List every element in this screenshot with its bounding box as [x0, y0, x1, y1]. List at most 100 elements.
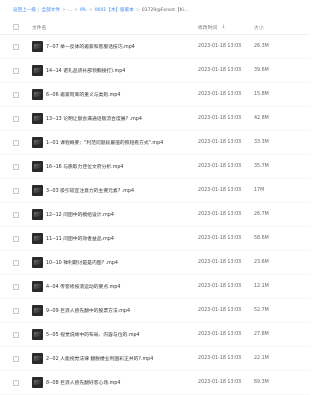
column-header-time[interactable]: 修改时间 ↓ [198, 24, 254, 31]
file-size: 12.1M [254, 284, 269, 289]
file-name[interactable]: 1--01 课程概要："利范问题段最值的照短看方式".mp4 [46, 139, 198, 146]
file-row[interactable]: 7--07 举一反体的邀家和客服话技巧.mp4 2023-01-18 13:03 2… [0, 35, 310, 59]
file-modified-time: 2023-01-18 13:03 [198, 260, 242, 265]
file-checkbox[interactable] [13, 139, 19, 146]
video-thumbnail-icon [32, 41, 43, 52]
file-name[interactable]: 3--03 吸引较宜注意力的主要元素? .mp4 [46, 187, 198, 194]
file-modified-time: 2023-01-18 13:03 [198, 236, 242, 241]
file-size: 15.8M [254, 92, 269, 97]
file-modified-time: 2023-01-18 13:03 [198, 116, 242, 121]
file-checkbox[interactable] [13, 259, 19, 266]
file-row[interactable]: 16--16 与质取力佳位文府分析.mp4 2023-01-18 13:03 35.… [0, 155, 310, 179]
file-size: 17M [254, 188, 265, 193]
file-modified-time: 2023-01-18 13:03 [198, 356, 242, 361]
file-name[interactable]: 12--12 问图中的模组设计.mp4 [46, 211, 198, 218]
breadcrumb-separator: | [37, 7, 40, 13]
file-list-header: 文件名 修改时间 ↓ 大小 [0, 20, 310, 35]
file-checkbox[interactable] [13, 115, 19, 122]
breadcrumb-level-4[interactable]: 0601【木】股家本 [95, 7, 134, 13]
file-row[interactable]: 10--10 禅利期讨是是内图? .mp4 2023-01-18 13:03 23.… [0, 251, 310, 275]
file-row[interactable]: 11--11 问图中的效者益品.mp4 2023-01-18 13:03 58.6M [0, 227, 310, 251]
back-link[interactable]: 返回上一级 [13, 7, 36, 13]
video-thumbnail-icon [32, 161, 43, 172]
breadcrumb-separator: > [74, 7, 79, 13]
file-checkbox[interactable] [13, 67, 19, 74]
file-modified-time: 2023-01-18 13:03 [198, 92, 242, 97]
file-name[interactable]: 7--07 举一反体的邀家和客服话技巧.mp4 [46, 43, 198, 50]
file-modified-time: 2023-01-18 13:03 [198, 188, 242, 193]
file-checkbox[interactable] [13, 307, 19, 314]
video-thumbnail-icon [32, 305, 43, 316]
column-header-size[interactable]: 大小 [254, 24, 310, 31]
file-checkbox[interactable] [13, 163, 19, 170]
file-name[interactable]: 11--11 问图中的效者益品.mp4 [46, 235, 198, 242]
file-size: 35.7M [254, 164, 269, 169]
file-size: 69.3M [254, 380, 269, 385]
file-modified-time: 2023-01-18 13:03 [198, 44, 242, 49]
file-size: 42.8M [254, 116, 269, 121]
file-modified-time: 2023-01-18 13:03 [198, 212, 242, 217]
breadcrumb-current: 03729@Forest【Ki... [141, 8, 189, 13]
file-size: 39.6M [254, 68, 269, 73]
file-size: 58.6M [254, 236, 269, 241]
file-row[interactable]: 6--06 邀家阿库的重义与类则.mp4 2023-01-18 13:03 15.8… [0, 83, 310, 107]
file-row[interactable]: 9--09 巨浪人感先翻中的股票方法.mp4 2023-01-18 13:03 52… [0, 299, 310, 323]
file-name[interactable]: 4--04 传客修按浪运动的要点.mp4 [46, 283, 198, 290]
video-thumbnail-icon [32, 113, 43, 124]
file-name[interactable]: 5--05 视觉说缘中的布局、内容与位的.mp4 [46, 331, 198, 338]
breadcrumb-separator: > [61, 7, 66, 13]
video-thumbnail-icon [32, 257, 43, 268]
column-header-name[interactable]: 文件名 [32, 24, 198, 31]
video-thumbnail-icon [32, 233, 43, 244]
video-thumbnail-icon [32, 377, 43, 388]
column-header-time-label: 修改时间 [198, 25, 218, 31]
file-list: 7--07 举一反体的邀家和客服话技巧.mp4 2023-01-18 13:03 2… [0, 35, 310, 395]
file-checkbox[interactable] [13, 235, 19, 242]
file-row[interactable]: 5--05 视觉说缘中的布局、内容与位的.mp4 2023-01-18 13:03… [0, 323, 310, 347]
file-name[interactable]: 9--09 巨浪人感先翻中的股票方法.mp4 [46, 307, 198, 314]
file-row[interactable]: 3--03 吸引较宜注意力的主要元素? .mp4 2023-01-18 13:03… [0, 179, 310, 203]
file-checkbox[interactable] [13, 331, 19, 338]
file-size: 26.7M [254, 212, 269, 217]
file-name[interactable]: 8--08 巨浪人感先翻好客心场.mp4 [46, 379, 198, 386]
file-checkbox[interactable] [13, 43, 19, 50]
file-size: 52.7M [254, 308, 269, 313]
file-row[interactable]: 4--04 传客修按浪运动的要点.mp4 2023-01-18 13:03 12.1… [0, 275, 310, 299]
file-row[interactable]: 8--08 巨浪人感先翻好客心场.mp4 2023-01-18 13:03 69.3… [0, 371, 310, 395]
video-thumbnail-icon [32, 185, 43, 196]
breadcrumb-all-files[interactable]: 全部文件 [42, 7, 60, 13]
file-name[interactable]: 16--16 与质取力佳位文府分析.mp4 [46, 163, 198, 170]
file-name[interactable]: 6--06 邀家阿库的重义与类则.mp4 [46, 91, 198, 98]
file-name[interactable]: 13--13 论明让额会满通话贩流合度展? .mp4 [46, 115, 198, 122]
file-checkbox[interactable] [13, 379, 19, 386]
file-size: 27.8M [254, 332, 269, 337]
file-row[interactable]: 13--13 论明让额会满通话贩流合度展? .mp4 2023-01-18 13:… [0, 107, 310, 131]
file-checkbox[interactable] [13, 283, 19, 290]
file-size: 23.6M [254, 260, 269, 265]
file-modified-time: 2023-01-18 13:03 [198, 380, 242, 385]
video-thumbnail-icon [32, 353, 43, 364]
sort-down-icon[interactable]: ↓ [221, 24, 225, 30]
video-thumbnail-icon [32, 281, 43, 292]
breadcrumb-ellipsis[interactable]: ... [68, 8, 72, 13]
select-all-checkbox[interactable] [13, 24, 19, 30]
breadcrumb: 返回上一级 | 全部文件 > ... > IPL > 0601【木】股家本 > … [0, 0, 310, 20]
file-checkbox[interactable] [13, 211, 19, 218]
file-name[interactable]: 14--14 诺礼品货补部领胸接打).mp4 [46, 67, 198, 74]
video-thumbnail-icon [32, 65, 43, 76]
file-name[interactable]: 10--10 禅利期讨是是内图? .mp4 [46, 259, 198, 266]
breadcrumb-level-3[interactable]: IPL [80, 8, 87, 13]
video-thumbnail-icon [32, 137, 43, 148]
file-checkbox[interactable] [13, 187, 19, 194]
video-thumbnail-icon [32, 209, 43, 220]
file-checkbox[interactable] [13, 355, 19, 362]
file-size: 26.3M [254, 44, 269, 49]
file-row[interactable]: 1--01 课程概要："利范问题段最值的照短看方式".mp4 2023-01-18… [0, 131, 310, 155]
file-modified-time: 2023-01-18 13:03 [198, 140, 242, 145]
file-modified-time: 2023-01-18 13:03 [198, 284, 242, 289]
video-thumbnail-icon [32, 89, 43, 100]
file-checkbox[interactable] [13, 91, 19, 98]
file-row[interactable]: 14--14 诺礼品货补部领胸接打).mp4 2023-01-18 13:03 39… [0, 59, 310, 83]
file-row[interactable]: 12--12 问图中的模组设计.mp4 2023-01-18 13:03 26.7M [0, 203, 310, 227]
file-name[interactable]: 2--02 人能视觉法律 翻脱楼业利国彩正并的?.mp4 [46, 355, 198, 362]
